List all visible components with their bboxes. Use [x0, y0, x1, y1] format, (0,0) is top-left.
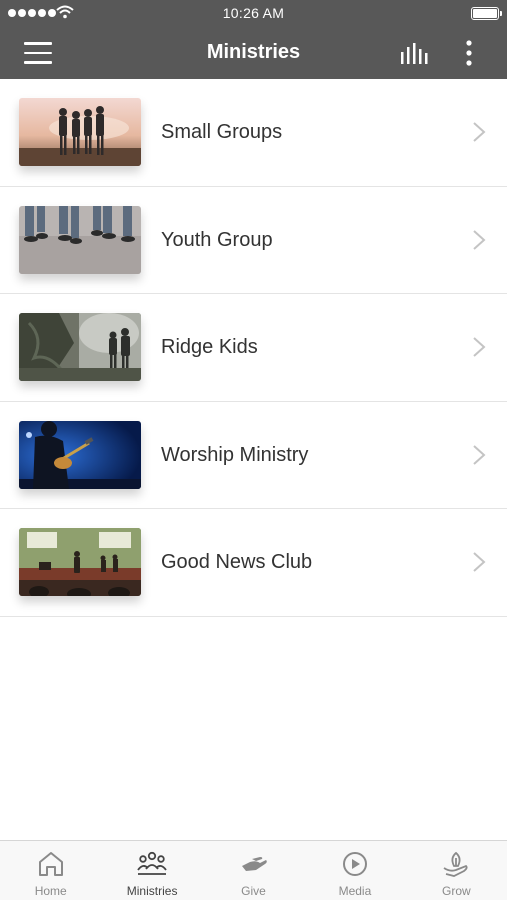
give-hand-icon: [241, 857, 267, 871]
status-bar: 10:26 AM: [0, 0, 507, 28]
list-item-good-news-club[interactable]: Good News Club: [0, 509, 507, 617]
tab-grow[interactable]: Grow: [406, 841, 507, 900]
more-vertical-icon[interactable]: [458, 39, 480, 69]
list-item-label: Worship Ministry: [161, 443, 309, 466]
list-item-small-groups[interactable]: Small Groups: [0, 79, 507, 187]
play-circle-icon: [342, 852, 367, 876]
list-item-ridge-kids[interactable]: Ridge Kids: [0, 294, 507, 402]
chevron-right-icon: [473, 337, 486, 357]
list-item-label: Small Groups: [161, 121, 283, 143]
status-time: 10:26 AM: [222, 5, 285, 21]
tab-home[interactable]: Home: [0, 841, 101, 900]
tab-label: Home: [34, 884, 67, 898]
tab-label: Ministries: [126, 884, 178, 898]
chevron-right-icon: [473, 444, 486, 465]
list-item-label: Ridge Kids: [161, 336, 258, 358]
tab-bar: Home Ministries Give Media Grow: [0, 840, 507, 900]
tab-media[interactable]: Media: [304, 841, 405, 900]
people-icon: [137, 851, 167, 875]
tab-label: Grow: [441, 884, 471, 898]
list-item-label: Youth Group: [161, 228, 273, 251]
list-item-worship-ministry[interactable]: Worship Ministry: [0, 401, 507, 509]
good-news-club-thumbnail: [19, 528, 141, 596]
list-item-youth-group[interactable]: Youth Group: [0, 186, 507, 294]
tab-label: Give: [241, 884, 266, 898]
tab-give[interactable]: Give: [203, 841, 304, 900]
battery-icon: [471, 7, 502, 20]
chevron-right-icon: [473, 229, 486, 250]
chevron-right-icon: [473, 122, 486, 142]
small-groups-thumbnail: [19, 98, 141, 166]
tab-label: Media: [338, 884, 372, 898]
tab-ministries[interactable]: Ministries: [101, 841, 202, 900]
ridge-kids-thumbnail: [19, 313, 141, 381]
nav-bar: Ministries: [0, 28, 507, 79]
page-title: Ministries: [206, 41, 301, 63]
ministries-list: Small Groups Youth Group Ridge Kids Wors…: [0, 79, 507, 617]
youth-group-thumbnail: [19, 205, 141, 274]
home-icon: [38, 852, 63, 876]
worship-ministry-thumbnail: [19, 420, 141, 489]
chevron-right-icon: [473, 552, 486, 572]
bar-chart-icon[interactable]: [399, 40, 429, 66]
leaf-hand-icon: [443, 851, 468, 877]
list-item-label: Good News Club: [161, 551, 313, 573]
